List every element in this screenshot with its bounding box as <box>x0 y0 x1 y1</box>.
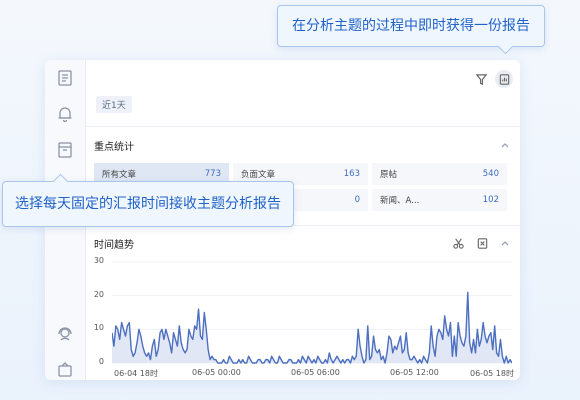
tooltip-pointer <box>497 38 514 55</box>
tooltip-scheduled-report: 选择每天固定的汇报时间接收主题分析报告 <box>2 173 294 227</box>
x-tick-label: 06-05 00:00 <box>192 368 241 377</box>
scissors-icon[interactable] <box>450 235 466 251</box>
bell-icon[interactable] <box>55 104 75 124</box>
tooltip-text: 在分析主题的过程中即时获得一份报告 <box>292 18 530 34</box>
x-tick-label: 06-05 12:00 <box>390 368 439 377</box>
y-tick-label: 0 <box>98 357 104 366</box>
y-tick-label: 10 <box>93 323 104 332</box>
x-tick-label: 06-04 18时 <box>114 369 158 378</box>
y-tick-label: 30 <box>93 256 104 265</box>
tooltip-text: 选择每天固定的汇报时间接收主题分析报告 <box>15 196 281 212</box>
stats-section-title: 重点统计 <box>94 142 134 153</box>
trend-chart <box>112 261 512 364</box>
x-tick-label: 06-05 18时 <box>470 369 514 378</box>
stat-original-posts[interactable]: 原帖 540 <box>372 163 507 185</box>
divider <box>86 126 520 127</box>
trend-section-title: 时间趋势 <box>94 240 134 251</box>
chevron-up-icon[interactable] <box>500 140 510 150</box>
chevron-up-icon[interactable] <box>500 238 510 248</box>
x-tick-label: 06-05 06:00 <box>291 368 340 377</box>
filter-icon[interactable] <box>472 70 490 88</box>
tooltip-instant-report: 在分析主题的过程中即时获得一份报告 <box>277 5 545 55</box>
box-icon[interactable] <box>55 360 75 380</box>
time-range-chip[interactable]: 近1天 <box>96 96 132 113</box>
excel-export-icon[interactable] <box>474 235 490 251</box>
series-line <box>112 291 512 364</box>
y-tick-label: 20 <box>93 290 104 299</box>
support-agent-icon[interactable] <box>55 324 75 344</box>
document-list-icon[interactable] <box>55 68 75 88</box>
report-icon[interactable] <box>495 70 513 88</box>
archive-icon[interactable] <box>55 140 75 160</box>
stat-news[interactable]: 新闻、A... 102 <box>372 189 507 211</box>
